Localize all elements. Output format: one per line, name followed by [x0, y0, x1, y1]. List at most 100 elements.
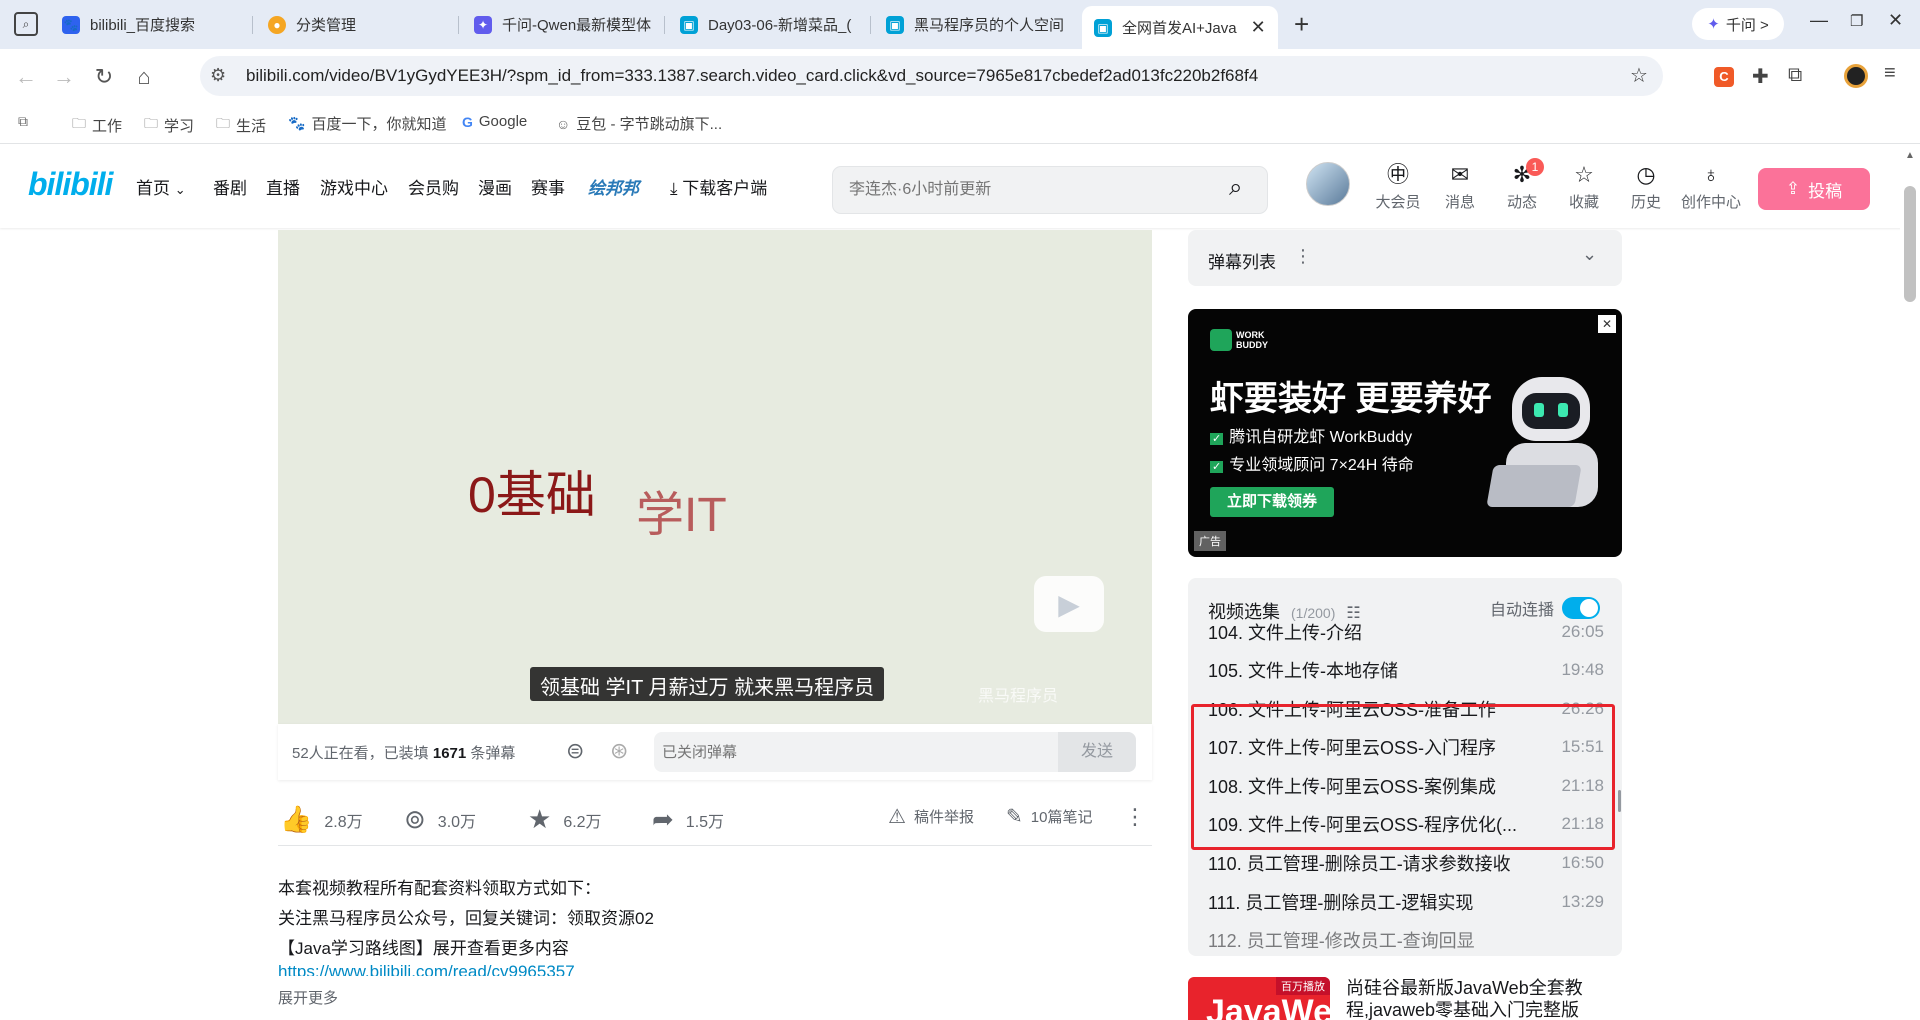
- message-button[interactable]: ✉ 消息: [1430, 162, 1490, 212]
- nav-download-client[interactable]: ⤓ 下载客户端: [670, 174, 767, 199]
- danmaku-toggle-icon[interactable]: ⊜: [566, 738, 584, 764]
- bookmark-folder[interactable]: 🗀 工作: [72, 113, 122, 137]
- like-button[interactable]: 👍 2.8万: [280, 804, 363, 835]
- minimize-icon[interactable]: —: [1810, 10, 1828, 31]
- page-scrollbar[interactable]: ▲: [1900, 144, 1920, 1020]
- creator-center-button[interactable]: ♁ 创作中心: [1678, 162, 1744, 212]
- chevron-down-icon: ⌄: [174, 182, 186, 197]
- more-icon[interactable]: ⋮: [1294, 246, 1312, 267]
- close-icon[interactable]: ✕: [1251, 17, 1266, 38]
- browser-tab-active[interactable]: ▣ 全网首发AI+Java ✕: [1082, 6, 1278, 49]
- video-player[interactable]: 0基础 学IT ▶ 黑马程序员 领基础 学IT 月薪过万 就来黑马程序员: [278, 230, 1152, 724]
- upload-icon: ⇪: [1785, 179, 1801, 198]
- extensions-icon[interactable]: ✚: [1752, 64, 1769, 89]
- bookmark-folder[interactable]: 🗀 生活: [216, 113, 266, 137]
- star-icon: ★: [528, 804, 552, 834]
- vip-button[interactable]: ㊥大会员: [1368, 162, 1428, 212]
- tab-search-icon[interactable]: ⌕: [14, 12, 38, 36]
- episode-item[interactable]: 112. 员工管理-修改员工-查询回显: [1208, 922, 1604, 956]
- nav-esports[interactable]: 赛事: [531, 174, 565, 199]
- bookmark-link[interactable]: ☺ 豆包 - 字节跳动旗下...: [556, 113, 722, 134]
- coin-button[interactable]: ⊚ 3.0万: [404, 804, 476, 835]
- notes-button[interactable]: ✎ 10篇笔记: [1006, 804, 1092, 829]
- search-input[interactable]: [849, 177, 1209, 203]
- site-info-icon[interactable]: ⚙: [210, 65, 226, 86]
- user-avatar[interactable]: [1306, 162, 1350, 206]
- bilibili-logo[interactable]: bilibili: [28, 166, 113, 203]
- scroll-up-icon[interactable]: ▲: [1905, 150, 1915, 161]
- bookmark-link[interactable]: 🐾 百度一下，你就知道: [288, 113, 446, 134]
- browser-tab[interactable]: ▣ Day03-06-新增菜品_(: [680, 8, 860, 41]
- forward-icon[interactable]: →: [50, 63, 78, 91]
- menu-icon[interactable]: ≡: [1884, 62, 1896, 85]
- report-button[interactable]: ⚠ 稿件举报: [888, 804, 974, 829]
- search-icon[interactable]: ⌕: [1229, 174, 1242, 202]
- favorites-button[interactable]: ☆ 收藏: [1554, 162, 1614, 212]
- nav-home[interactable]: 首页 ⌄: [136, 174, 186, 199]
- episode-item[interactable]: 111. 员工管理-删除员工-逻辑实现 13:29: [1208, 884, 1604, 920]
- folder-icon: 🗀: [72, 115, 86, 131]
- recommended-thumbnail[interactable]: 百万播放 JavaWeb: [1188, 977, 1330, 1020]
- episode-item[interactable]: 105. 文件上传-本地存储 19:48: [1208, 652, 1604, 688]
- nav-manga[interactable]: 漫画: [478, 174, 512, 199]
- ad-close-icon[interactable]: ✕: [1598, 315, 1616, 333]
- nav-game-center[interactable]: 游戏中心: [320, 174, 388, 199]
- dynamic-button[interactable]: ✻ 动态 1: [1492, 158, 1552, 212]
- danmaku-settings-icon[interactable]: ⊛: [610, 738, 628, 764]
- share-button[interactable]: ➦ 1.5万: [652, 804, 724, 835]
- upload-button[interactable]: ⇪ 投稿: [1758, 168, 1870, 210]
- browser-tab[interactable]: 🐾 bilibili_百度搜索: [62, 8, 252, 41]
- send-button[interactable]: 发送: [1058, 732, 1136, 772]
- thumb-up-icon: 👍: [280, 804, 313, 834]
- bookmark-link[interactable]: G Google: [462, 113, 527, 130]
- chevron-down-icon[interactable]: ⌄: [1582, 244, 1597, 265]
- ad-cta-button[interactable]: 立即下载领券: [1210, 487, 1334, 517]
- browser-tab[interactable]: ✦ 千问-Qwen最新模型体: [474, 8, 654, 41]
- favorite-button[interactable]: ★ 6.2万: [528, 804, 602, 835]
- bulb-icon: ♁: [1702, 162, 1720, 187]
- danmaku-input[interactable]: [662, 740, 1042, 764]
- episode-item[interactable]: 110. 员工管理-删除员工-请求参数接收 16:50: [1208, 845, 1604, 881]
- scroll-thumb[interactable]: [1904, 186, 1916, 302]
- bookmark-star-icon[interactable]: ☆: [1630, 63, 1648, 88]
- recommended-title[interactable]: 尚硅谷最新版JavaWeb全套教程,javaweb零基础入门完整版: [1346, 977, 1606, 1020]
- history-button[interactable]: ◷ 历史: [1616, 162, 1676, 212]
- list-scrollbar[interactable]: [1618, 790, 1621, 812]
- bilibili-tv-icon: ▣: [680, 15, 698, 34]
- nav-bangumi[interactable]: 番剧: [213, 174, 247, 199]
- notes-icon: ✎: [1006, 806, 1023, 828]
- play-button[interactable]: ▶: [1034, 576, 1104, 632]
- restore-icon[interactable]: ❐: [1850, 12, 1863, 30]
- recommended-video[interactable]: 百万播放 JavaWeb 尚硅谷最新版JavaWeb全套教程,javaweb零基…: [1188, 977, 1622, 1020]
- screenshot-icon[interactable]: ⧉: [1788, 64, 1802, 87]
- description-link[interactable]: https://www.bilibili.com/read/cv9965357: [278, 962, 575, 976]
- nav-live[interactable]: 直播: [266, 174, 300, 199]
- home-icon[interactable]: ⌂: [130, 63, 158, 91]
- share-icon: ➦: [652, 804, 674, 834]
- vip-icon: ㊥: [1386, 162, 1409, 187]
- bookmark-folder[interactable]: 🗀 学习: [144, 113, 194, 137]
- search-bar: ⌕: [832, 166, 1268, 214]
- description-line: 【Java学习路线图】展开查看更多内容: [278, 939, 569, 958]
- danmaku-list-header[interactable]: 弹幕列表 ⋮ ⌄: [1188, 230, 1622, 286]
- extension-c-icon[interactable]: C: [1714, 67, 1734, 87]
- qianwen-button[interactable]: ✦ 千问 >: [1692, 8, 1784, 40]
- url-field[interactable]: ⚙ bilibili.com/video/BV1yGydYEE3H/?spm_i…: [200, 56, 1663, 96]
- reload-icon[interactable]: ↻: [90, 63, 118, 91]
- address-bar-row: ← → ↻ ⌂ ⚙ bilibili.com/video/BV1yGydYEE3…: [0, 49, 1920, 104]
- download-icon: ⤓: [670, 179, 678, 198]
- more-icon[interactable]: ⋮: [1124, 804, 1146, 830]
- bookmarks-panel-icon[interactable]: ⧉: [18, 113, 34, 130]
- expand-more-link[interactable]: 展开更多: [278, 987, 338, 1008]
- back-icon[interactable]: ←: [12, 63, 40, 91]
- tab-title: Day03-06-新增菜品_(: [708, 17, 852, 34]
- window-close-icon[interactable]: ✕: [1888, 10, 1903, 31]
- episode-item[interactable]: 104. 文件上传-介绍 26:05: [1208, 614, 1604, 650]
- browser-tab[interactable]: ▣ 黑马程序员的个人空间: [886, 8, 1066, 41]
- nav-mall[interactable]: 会员购: [408, 174, 459, 199]
- nav-huibangbang[interactable]: 绘邦邦: [588, 174, 639, 199]
- new-tab-button[interactable]: +: [1294, 9, 1309, 40]
- profile-avatar[interactable]: [1844, 64, 1868, 88]
- browser-tab[interactable]: ● 分类管理: [268, 8, 458, 41]
- ad-banner[interactable]: WORK BUDDY ✕ 虾要装好 更要养好 ✓ 腾讯自研龙虾 WorkBuddy…: [1188, 309, 1622, 557]
